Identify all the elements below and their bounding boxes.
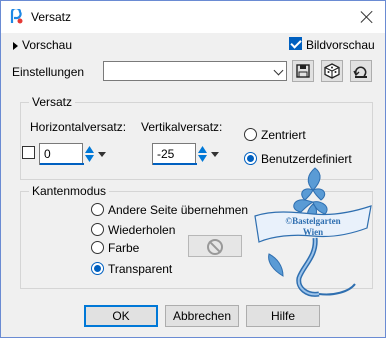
bildvorschau-checkbox[interactable] <box>289 37 302 50</box>
bildvorschau-label: Bildvorschau <box>306 38 375 52</box>
edge-option-transparent-label: Transparent <box>108 262 173 276</box>
vertical-offset-spinner[interactable]: -25 <box>152 143 223 165</box>
dropdown-arrow-icon[interactable] <box>96 144 108 164</box>
no-color-icon <box>207 239 223 255</box>
reset-icon <box>353 66 367 78</box>
help-button[interactable]: Hilfe <box>246 305 320 327</box>
edge-option-transparent-radio[interactable] <box>91 262 104 275</box>
horizontal-offset-input[interactable]: 0 <box>39 143 84 165</box>
cancel-button[interactable]: Abbrechen <box>165 305 239 327</box>
close-icon[interactable] <box>357 7 377 27</box>
app-icon <box>10 9 23 24</box>
custom-radio[interactable] <box>244 152 257 165</box>
ok-button[interactable]: OK <box>84 305 158 327</box>
watermark-text-line2: Wien <box>303 227 323 237</box>
horizontal-offset-label: Horizontalversatz: <box>30 120 127 134</box>
randomize-button[interactable] <box>321 60 343 82</box>
settings-combo[interactable] <box>103 61 287 81</box>
edge-option-color-label: Farbe <box>108 241 140 255</box>
preview-toggle[interactable]: Vorschau <box>13 38 72 52</box>
edge-option-repeat-label: Wiederholen <box>108 223 176 237</box>
dialog-window: Versatz Vorschau Bildvorschau Einstellun… <box>0 0 386 338</box>
save-preset-button[interactable] <box>292 60 314 82</box>
edge-color-swatch <box>188 235 242 257</box>
expand-triangle-icon <box>13 41 18 50</box>
centered-radio[interactable] <box>244 128 257 141</box>
edge-option-repeat-radio[interactable] <box>91 223 104 236</box>
custom-label: Benutzerdefiniert <box>261 152 352 166</box>
centered-label: Zentriert <box>261 128 306 142</box>
save-preset-icon <box>296 64 310 78</box>
title-bar: Versatz <box>1 1 385 33</box>
edge-option-wrap-label: Andere Seite übernehmen <box>108 203 249 217</box>
dropdown-arrow-icon[interactable] <box>209 144 221 164</box>
vertical-offset-input[interactable]: -25 <box>152 143 197 165</box>
spin-updown-icon[interactable] <box>197 144 208 164</box>
spin-updown-icon[interactable] <box>84 144 95 164</box>
window-title: Versatz <box>31 10 72 24</box>
offset-group-title: Versatz <box>29 95 76 109</box>
edge-option-color-radio[interactable] <box>91 241 104 254</box>
reset-button[interactable] <box>350 60 372 82</box>
chevron-down-icon <box>273 65 284 76</box>
watermark-image: ©Bastelgarten Wien <box>254 167 372 297</box>
edge-mode-group-title: Kantenmodus <box>29 184 110 198</box>
offset-link-checkbox[interactable] <box>22 146 35 159</box>
randomize-icon <box>324 63 340 79</box>
horizontal-offset-spinner[interactable]: 0 <box>39 143 110 165</box>
edge-option-wrap-radio[interactable] <box>91 203 104 216</box>
preview-label: Vorschau <box>22 38 73 52</box>
watermark-text-line1: ©Bastelgarten <box>285 216 340 226</box>
vertical-offset-label: Vertikalversatz: <box>141 120 223 134</box>
settings-label: Einstellungen <box>12 65 85 79</box>
